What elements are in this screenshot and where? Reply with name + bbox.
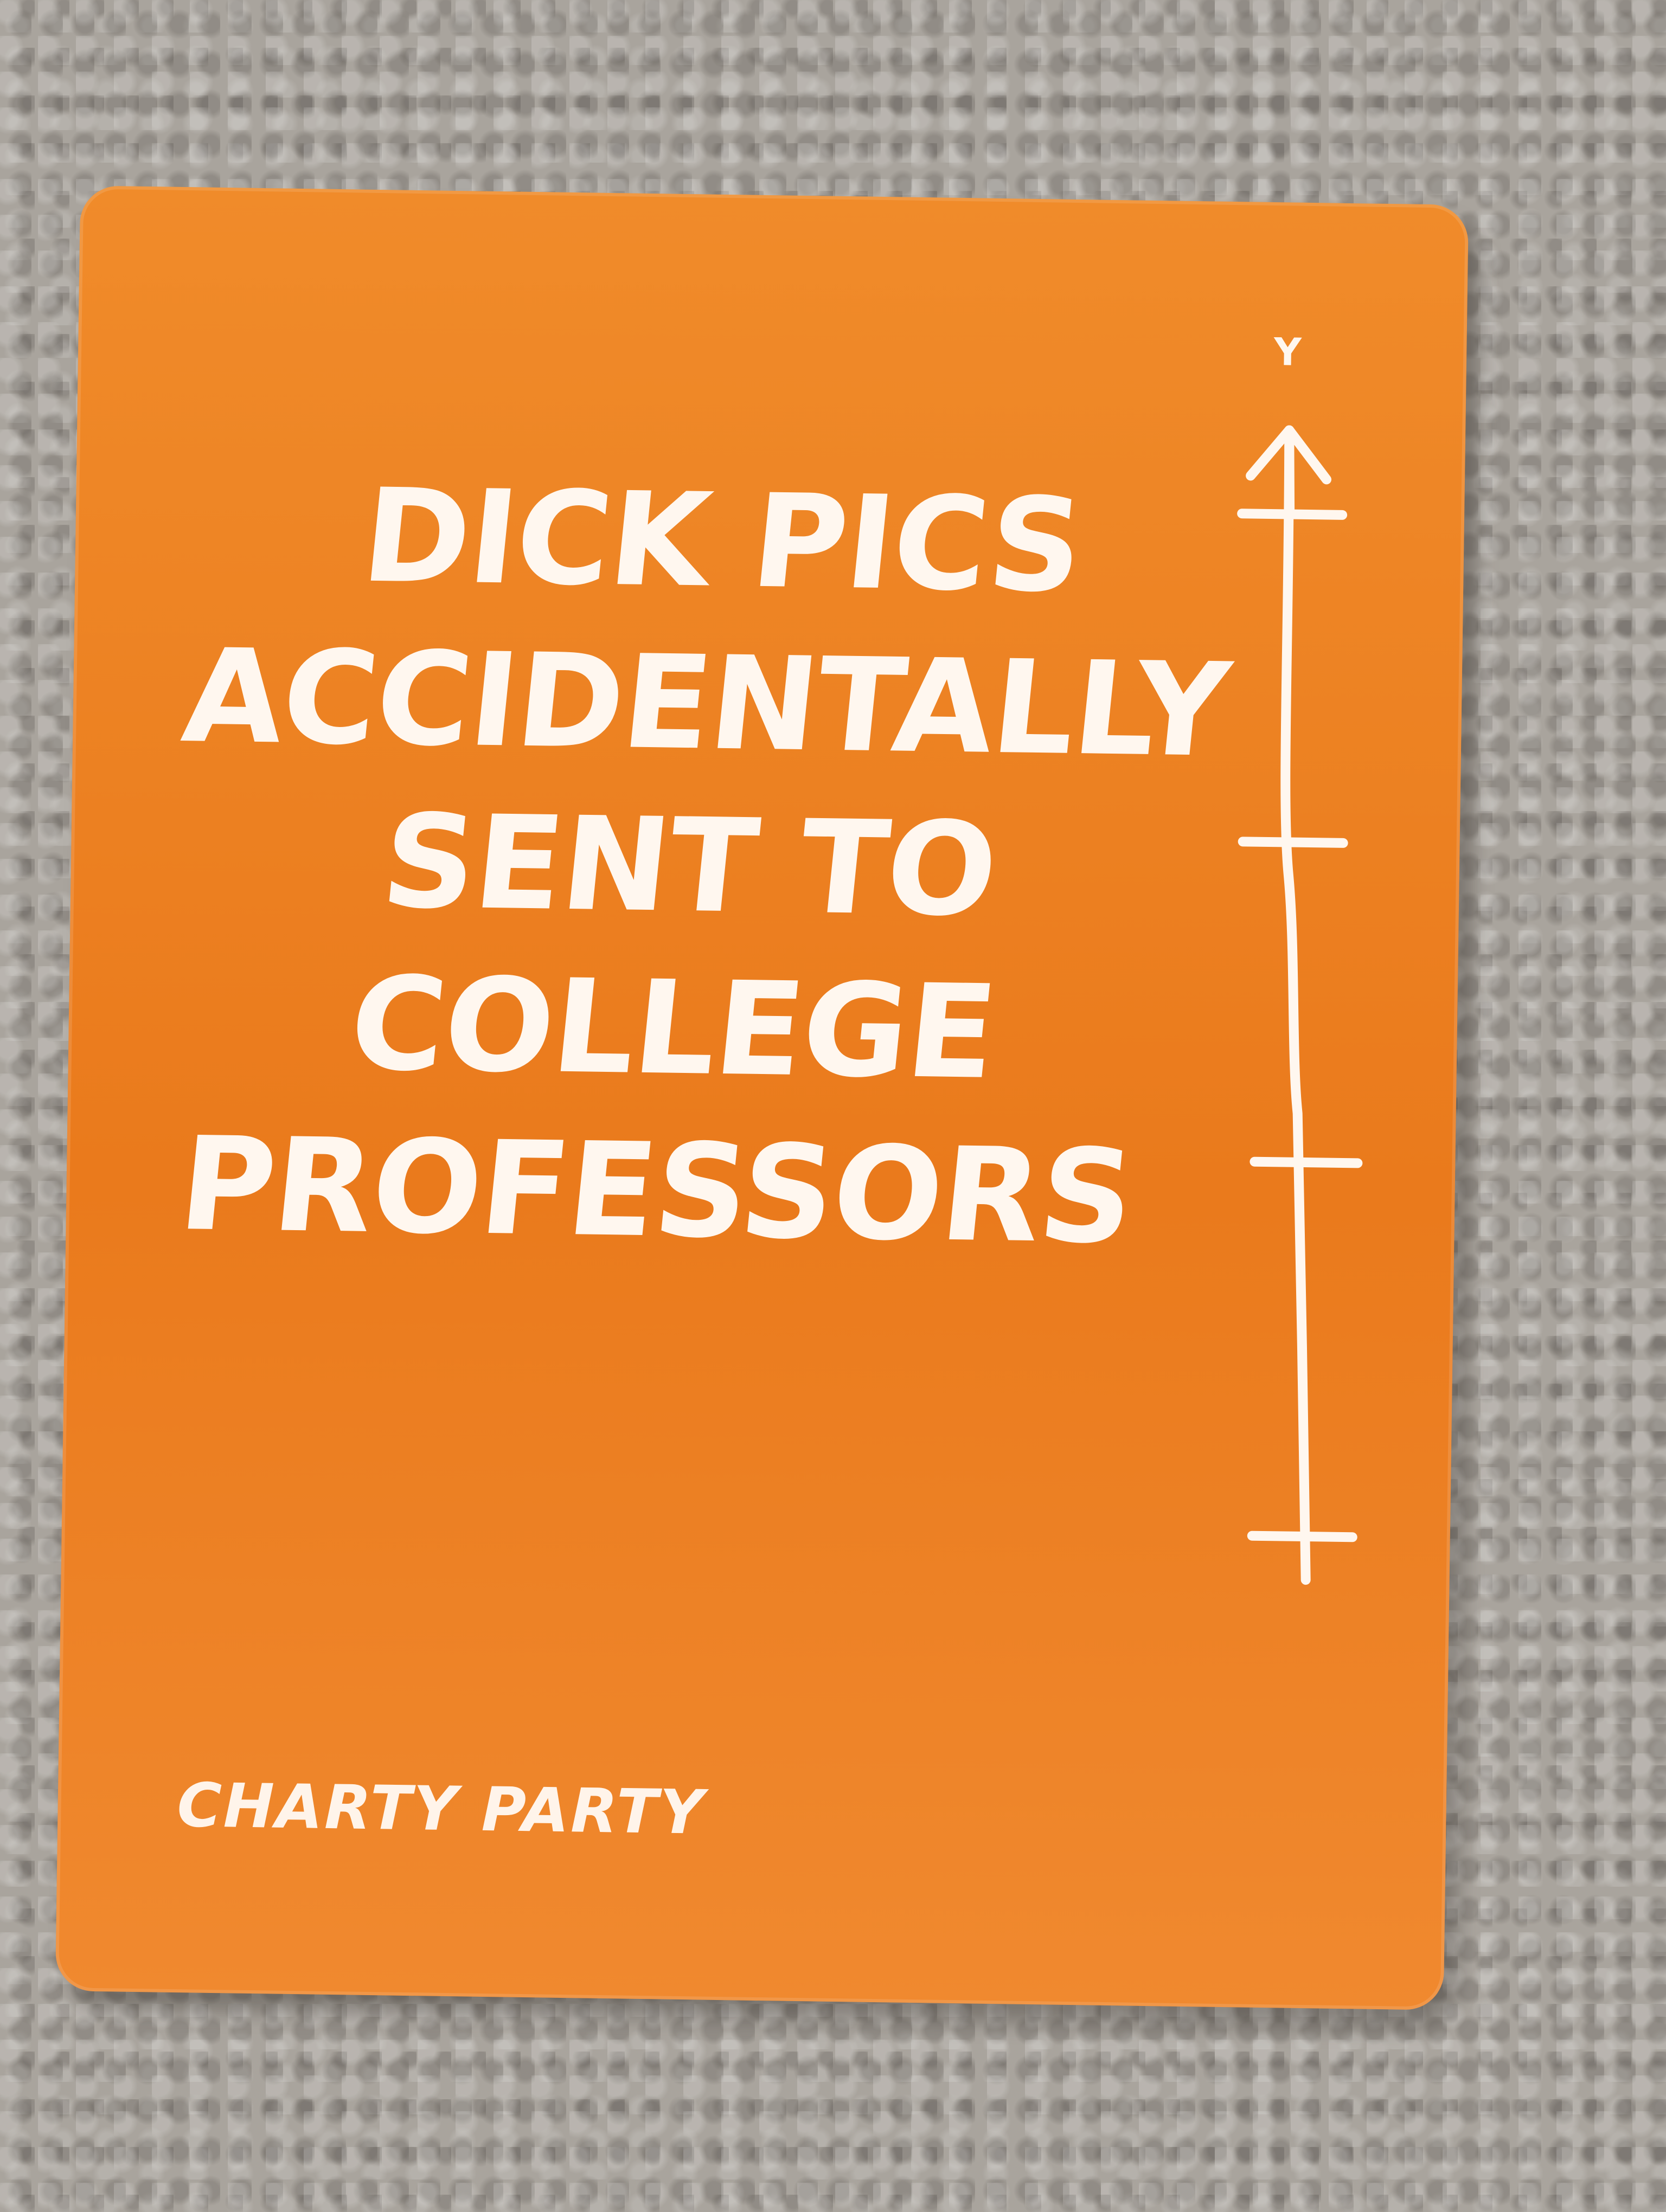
y-axis-label: Y <box>1273 330 1302 375</box>
photo-scene: DICK PICS ACCIDENTALLY SENT TO COLLEGE P… <box>0 0 1666 2212</box>
title-line-3: SENT TO <box>375 787 1003 946</box>
y-axis-tick-bottom <box>1247 1531 1357 1542</box>
card-title: DICK PICS ACCIDENTALLY SENT TO COLLEGE P… <box>117 453 1262 1279</box>
y-axis-tick-middle-high <box>1238 837 1348 848</box>
y-axis-tick-top <box>1237 509 1348 520</box>
y-axis-tick-middle-low <box>1250 1156 1363 1168</box>
title-line-5: PROFESSORS <box>173 1109 1140 1273</box>
y-axis-drawing: Y <box>1237 330 1363 1585</box>
y-axis-arrow <box>1246 425 1332 519</box>
y-axis-line <box>1280 425 1311 1585</box>
charty-party-card: DICK PICS ACCIDENTALLY SENT TO COLLEGE P… <box>55 185 1469 2010</box>
title-line-2: ACCIDENTALLY <box>176 621 1235 786</box>
brand-name: CHARTY PARTY <box>176 1770 706 1848</box>
title-line-1: DICK PICS <box>356 461 1089 621</box>
title-line-4: COLLEGE <box>343 949 1002 1108</box>
